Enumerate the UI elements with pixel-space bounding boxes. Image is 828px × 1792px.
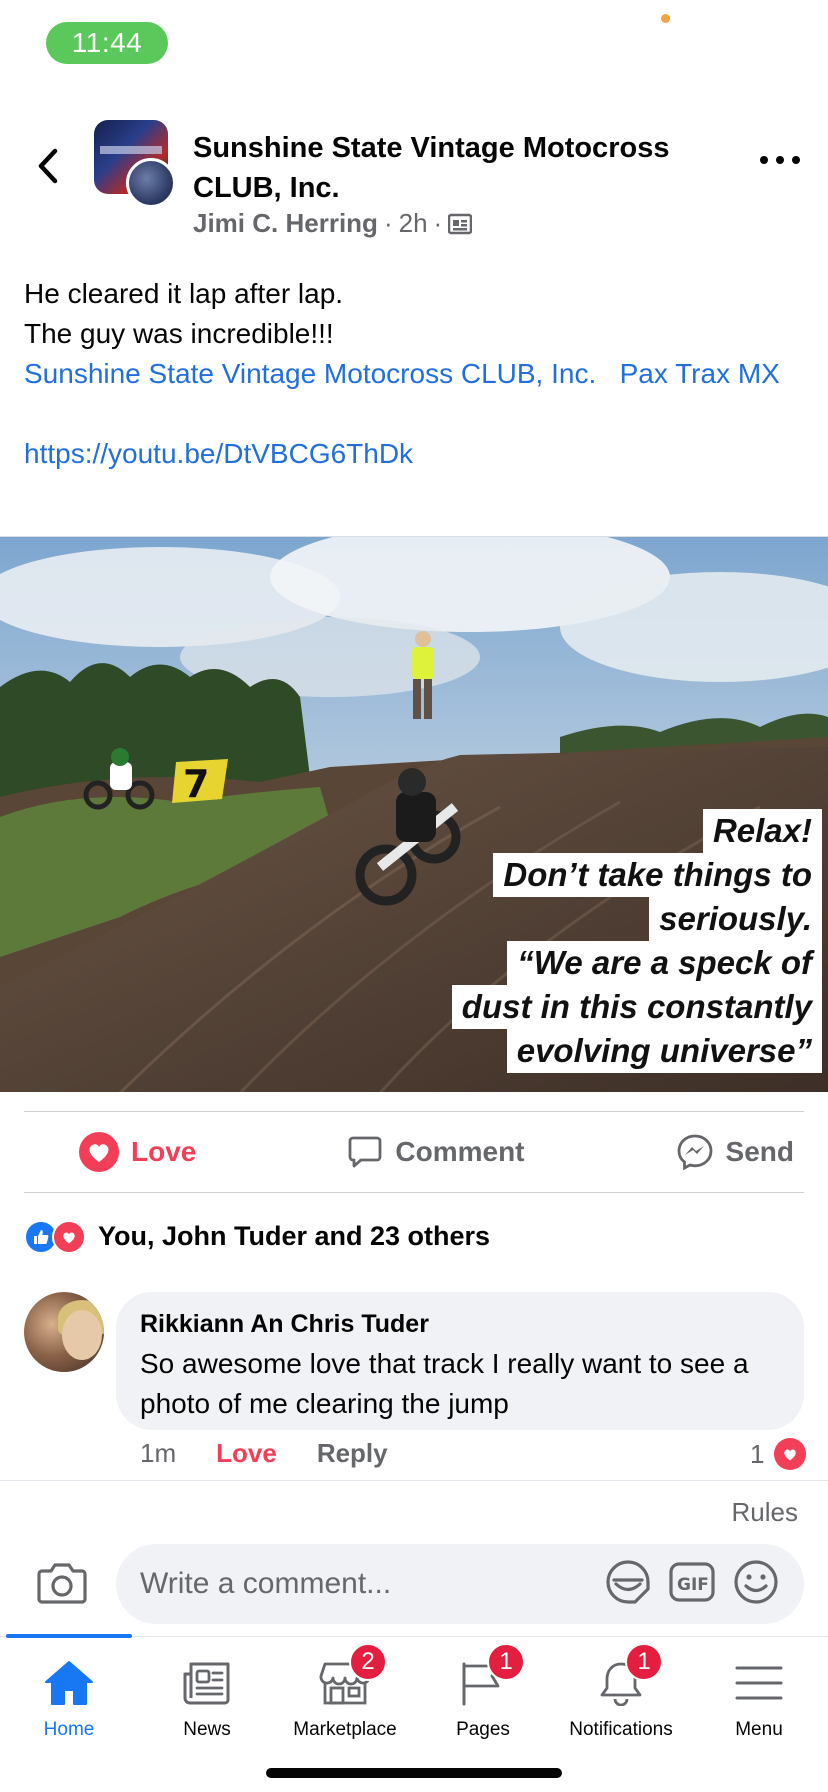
image-caption-overlay: Relax! Don’t take things to seriously. “…: [451, 809, 822, 1073]
love-reaction-icon: [79, 1132, 119, 1172]
sticker-button[interactable]: [604, 1558, 652, 1606]
comment-button[interactable]: Comment: [317, 1134, 554, 1170]
caption-line: “We are a speck of: [507, 941, 822, 985]
love-label: Love: [131, 1136, 197, 1167]
emoji-icon: [734, 1560, 778, 1604]
tab-pages[interactable]: 1 Pages: [414, 1643, 552, 1747]
comment-reaction-count[interactable]: 1: [750, 1438, 807, 1470]
send-button[interactable]: Send: [646, 1133, 804, 1171]
group-name[interactable]: Sunshine State Vintage Motocross CLUB, I…: [193, 128, 713, 208]
more-options-button[interactable]: [760, 148, 800, 172]
notifications-badge: 1: [625, 1643, 663, 1681]
tab-label: Notifications: [569, 1719, 673, 1740]
meta-separator: ·: [433, 208, 443, 238]
love-reaction-icon: [52, 1220, 86, 1254]
tag-group-link[interactable]: Sunshine State Vintage Motocross CLUB, I…: [24, 358, 596, 389]
group-avatar[interactable]: [94, 120, 176, 208]
tab-label: Marketplace: [293, 1719, 397, 1740]
back-button[interactable]: [30, 142, 66, 190]
youtube-link[interactable]: https://youtu.be/DtVBCG6ThDk: [24, 434, 804, 474]
sticker-icon: [606, 1560, 650, 1604]
tab-label: Home: [43, 1719, 95, 1740]
home-icon: [45, 1661, 93, 1705]
comment-input-placeholder: Write a comment...: [140, 1567, 392, 1600]
caption-line: Relax!: [702, 809, 822, 853]
tab-label: Menu: [735, 1719, 783, 1740]
tab-notifications[interactable]: 1 Notifications: [552, 1643, 690, 1747]
reactions-summary[interactable]: You, John Tuder and 23 others: [24, 1216, 490, 1256]
post-time[interactable]: 2h: [399, 208, 428, 239]
recording-indicator-dot: [661, 14, 670, 23]
caption-line: evolving universe”: [506, 1029, 822, 1073]
post-action-bar: Love Comment Send: [24, 1112, 804, 1192]
comment-icon: [348, 1136, 382, 1168]
emoji-button[interactable]: [732, 1558, 780, 1606]
home-indicator[interactable]: [266, 1768, 562, 1778]
active-tab-indicator: [6, 1634, 132, 1638]
tab-label: News: [183, 1719, 231, 1740]
comment-text: So awesome love that track I really want…: [140, 1348, 749, 1419]
tab-label: Pages: [456, 1719, 510, 1740]
comment-meta: 1m Love Reply: [140, 1438, 388, 1469]
post-header: Sunshine State Vintage Motocross CLUB, I…: [0, 110, 828, 250]
group-audience-icon: [448, 213, 473, 234]
gif-icon: GIF: [669, 1562, 715, 1602]
post-author[interactable]: Jimi C. Herring: [193, 208, 378, 239]
news-icon: [183, 1662, 230, 1705]
love-button[interactable]: Love: [24, 1132, 226, 1172]
camera-icon: [37, 1563, 87, 1604]
tab-home[interactable]: Home: [0, 1657, 138, 1747]
comment-input[interactable]: Write a comment... GIF: [116, 1544, 804, 1624]
comment-time: 1m: [140, 1438, 177, 1468]
reaction-icons: [24, 1218, 88, 1254]
comment-bubble[interactable]: Rikkiann An Chris Tuder So awesome love …: [116, 1292, 804, 1430]
comment-label: Comment: [395, 1136, 525, 1167]
sign-number: 7: [183, 762, 209, 806]
caption-line: dust in this constantly: [451, 985, 822, 1029]
back-arrow-icon: [38, 148, 58, 184]
rules-link[interactable]: Rules: [732, 1497, 798, 1528]
post-line: He cleared it lap after lap.: [24, 278, 344, 309]
composer-icons: GIF: [604, 1558, 780, 1606]
tab-menu[interactable]: Menu: [690, 1657, 828, 1747]
post-line: The guy was incredible!!!: [24, 318, 334, 349]
meta-separator: ·: [383, 208, 393, 238]
status-time: 11:44: [46, 22, 168, 64]
more-options-icon: [760, 156, 768, 164]
comment-love-button[interactable]: Love: [216, 1438, 277, 1469]
gif-button[interactable]: GIF: [668, 1558, 716, 1606]
caption-line: Don’t take things to: [493, 853, 822, 897]
post-body: He cleared it lap after lap. The guy was…: [24, 274, 804, 474]
tab-news[interactable]: News: [138, 1657, 276, 1747]
send-label: Send: [725, 1136, 794, 1167]
svg-text:GIF: GIF: [677, 1575, 709, 1595]
post-photo[interactable]: 7 Relax! Don’t take things to seriously.…: [0, 536, 828, 1092]
camera-button[interactable]: [36, 1561, 92, 1609]
author-avatar: [126, 158, 176, 208]
love-reaction-icon: [774, 1438, 807, 1470]
comment-reply-button[interactable]: Reply: [317, 1438, 388, 1469]
menu-icon: [735, 1666, 783, 1700]
post-meta: Jimi C. Herring · 2h ·: [193, 208, 473, 239]
comment-composer: Rules Write a comment... GIF: [0, 1480, 828, 1635]
marketplace-badge: 2: [349, 1643, 387, 1681]
divider: [24, 1192, 804, 1193]
tag-pax-trax-link[interactable]: Pax Trax MX: [620, 358, 780, 389]
comment-author[interactable]: Rikkiann An Chris Tuder: [140, 1308, 780, 1340]
commenter-avatar[interactable]: [24, 1292, 104, 1372]
comment-reaction-number: 1: [750, 1438, 765, 1469]
caption-line: seriously.: [649, 897, 822, 941]
messenger-icon: [677, 1134, 712, 1171]
pages-badge: 1: [487, 1643, 525, 1681]
reactions-summary-text: You, John Tuder and 23 others: [98, 1220, 491, 1251]
tab-marketplace[interactable]: 2 Marketplace: [276, 1643, 414, 1747]
